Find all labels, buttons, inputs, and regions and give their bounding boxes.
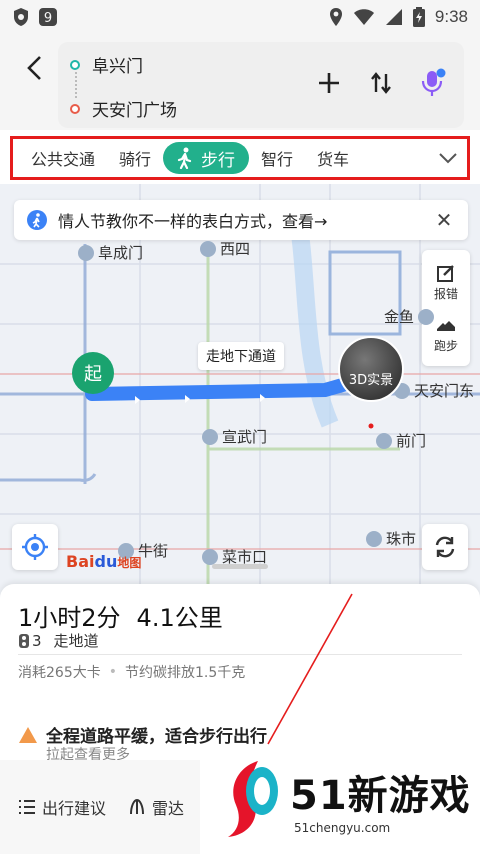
more-tabs-button[interactable] xyxy=(435,145,461,171)
signal-icon xyxy=(385,9,402,25)
walking-badge-icon xyxy=(27,210,47,230)
metro-station-icon xyxy=(376,432,392,449)
carbon-saving: 节约碳排放1.5千克 xyxy=(125,665,246,681)
metro-station-icon xyxy=(202,548,218,565)
calories: 消耗265大卡 xyxy=(18,665,101,681)
route-summary-title: 1小时2分 4.1公里 xyxy=(18,598,223,633)
route-distance: 4.1公里 xyxy=(136,604,223,632)
refresh-route-button[interactable] xyxy=(422,524,468,570)
travel-mode-tabs: 公共交通 骑行 步行 智行 货车 xyxy=(10,136,470,180)
tab-smart-travel[interactable]: 智行 xyxy=(249,142,305,174)
warning-triangle-icon xyxy=(19,726,37,743)
baidu-map-logo: Baidu地图 xyxy=(66,552,142,571)
map-label-jinyu: 金鱼 xyxy=(384,306,435,327)
radar-button[interactable]: 雷达 xyxy=(128,795,184,819)
swap-route-button[interactable] xyxy=(366,68,396,98)
map-label-zhushi: 珠市 xyxy=(366,528,416,549)
watermark-brand: 51新游戏 xyxy=(290,773,471,819)
app-status-icon: 9 xyxy=(39,8,57,26)
metro-station-icon xyxy=(366,530,382,547)
sheet-drag-handle[interactable] xyxy=(212,564,268,569)
end-point-row[interactable]: 天安门广场 xyxy=(70,96,177,121)
map-view[interactable]: 情人节教你不一样的表白方式，查看→ ✕ 报错 跑步 阜成门 西四 金鱼 天安门东… xyxy=(0,184,480,600)
traffic-light-icon xyxy=(19,633,29,648)
travel-advice-button[interactable]: 出行建议 xyxy=(18,795,106,819)
tab-cycling[interactable]: 骑行 xyxy=(107,142,163,174)
voice-input-button[interactable] xyxy=(418,68,448,98)
route-stats: 消耗265大卡 • 节约碳排放1.5千克 xyxy=(18,662,245,682)
route-duration: 1小时2分 xyxy=(18,604,121,632)
promo-text: 情人节教你不一样的表白方式，查看→ xyxy=(58,212,328,231)
microphone-icon xyxy=(421,68,446,96)
metro-station-icon xyxy=(418,308,435,325)
underpass-label[interactable]: 走地下通道 xyxy=(198,342,284,370)
start-marker[interactable]: 起 xyxy=(72,352,114,394)
metro-station-icon xyxy=(200,240,216,257)
locate-me-button[interactable] xyxy=(12,524,58,570)
watermark-url: 51chengyu.com xyxy=(294,821,391,835)
brand-logo-icon xyxy=(228,761,278,837)
edit-icon xyxy=(436,264,454,282)
shield-status-icon xyxy=(14,8,28,26)
map-label-tiananmen-east: 天安门东 xyxy=(394,380,474,401)
swap-icon xyxy=(371,72,391,94)
map-label-fuchengmen: 阜成门 xyxy=(78,242,143,263)
end-dot-icon xyxy=(70,103,80,114)
status-time: 9:38 xyxy=(434,7,468,26)
map-label-qianmen: 前门 xyxy=(376,430,426,451)
location-icon xyxy=(329,8,342,26)
svg-text:9: 9 xyxy=(44,11,52,26)
running-shoe-icon xyxy=(436,320,455,331)
route-details: 3 走地道 xyxy=(18,630,99,651)
running-button[interactable]: 跑步 xyxy=(434,315,458,354)
traffic-light-count: 3 xyxy=(32,631,42,650)
route-card: 阜兴门 天安门广场 xyxy=(58,42,464,128)
promo-banner[interactable]: 情人节教你不一样的表白方式，查看→ ✕ xyxy=(14,200,468,240)
map-label-xisi: 西四 xyxy=(200,238,250,259)
wifi-icon xyxy=(353,9,374,25)
road-type: 走地道 xyxy=(53,632,99,650)
add-waypoint-button[interactable] xyxy=(314,68,344,98)
start-point-label: 阜兴门 xyxy=(92,57,143,77)
list-icon xyxy=(19,800,35,814)
start-dot-icon xyxy=(70,59,80,70)
promo-close-button[interactable]: ✕ xyxy=(432,208,456,232)
radar-icon xyxy=(130,798,145,815)
divider xyxy=(18,654,462,655)
end-point-label: 天安门广场 xyxy=(92,101,177,121)
chevron-down-icon xyxy=(439,153,457,164)
battery-icon xyxy=(412,7,425,27)
walking-person-icon xyxy=(177,147,192,169)
crosshair-icon xyxy=(22,534,48,560)
back-button[interactable] xyxy=(18,52,50,84)
back-arrow-icon xyxy=(27,56,41,80)
status-bar: 9 9:38 xyxy=(0,0,480,34)
tab-truck[interactable]: 货车 xyxy=(305,142,361,174)
start-point-row[interactable]: 阜兴门 xyxy=(70,52,143,77)
site-watermark: 51新游戏 51chengyu.com xyxy=(200,744,480,854)
plus-icon xyxy=(319,73,339,93)
report-error-button[interactable]: 报错 xyxy=(434,263,458,302)
view-3d-button[interactable]: 3D实景 xyxy=(338,336,404,402)
metro-station-icon xyxy=(78,244,94,261)
map-label-xuanwumen: 宣武门 xyxy=(202,426,267,447)
separator-dot: • xyxy=(108,664,117,680)
route-panel: 阜兴门 天安门广场 xyxy=(0,34,480,130)
refresh-icon xyxy=(435,536,455,558)
tab-walking[interactable]: 步行 xyxy=(163,142,250,174)
metro-station-icon xyxy=(202,428,218,445)
tab-public-transit[interactable]: 公共交通 xyxy=(19,142,107,174)
